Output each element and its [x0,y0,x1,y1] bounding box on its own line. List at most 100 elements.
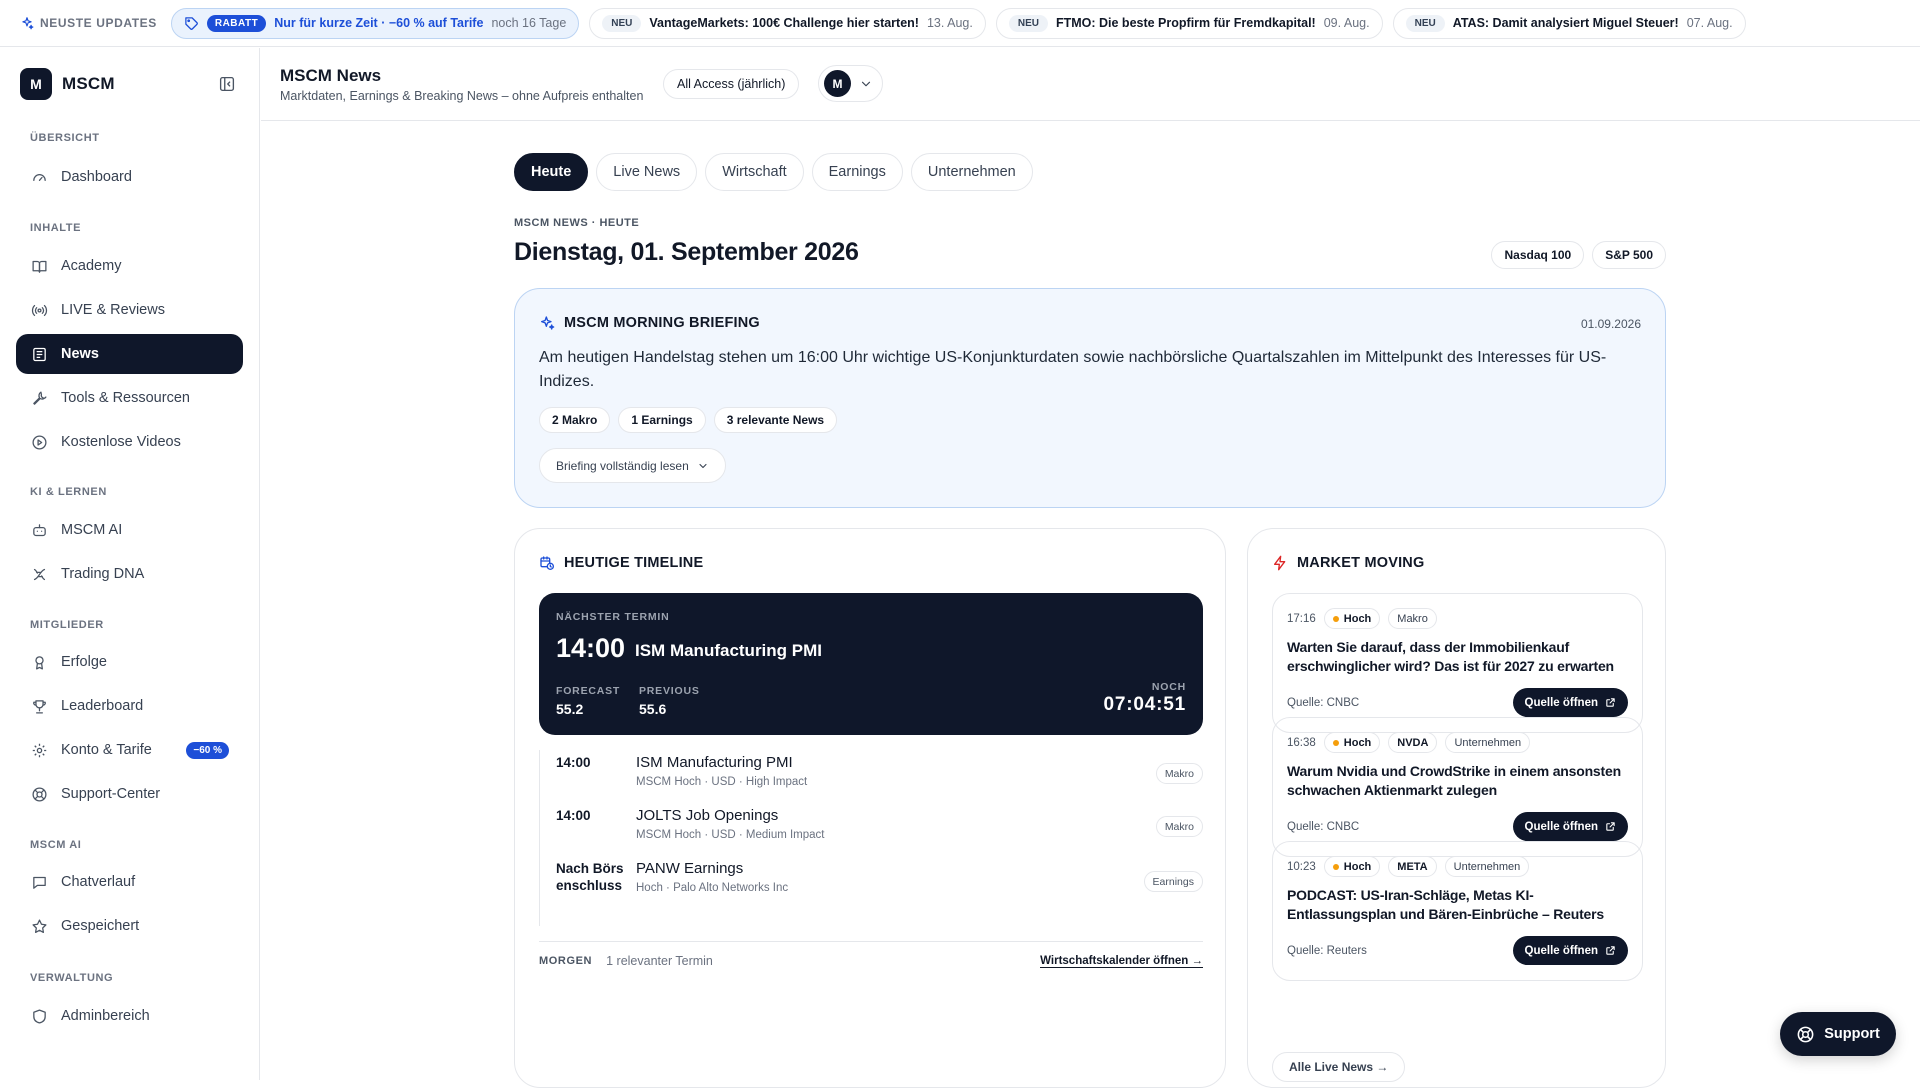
event-title: JOLTS Job Openings [636,807,779,824]
ticker-item[interactable]: NEU ATAS: Damit analysiert Miguel Steuer… [1392,7,1746,39]
sidebar-item-konto[interactable]: Konto & Tarife −60 % [16,730,243,770]
user-menu[interactable]: M [818,65,883,102]
sidebar-item-tools[interactable]: Tools & Ressourcen [16,378,243,418]
economic-calendar-link[interactable]: Wirtschaftskalender öffnen → [1040,955,1203,968]
event-title: PANW Earnings [636,860,744,877]
gauge-icon [30,168,48,186]
countdown-value: 07:04:51 [1103,694,1186,715]
next-event-label: NÄCHSTER TERMIN [556,611,670,623]
news-title: Warum Nvidia und CrowdStrike in einem an… [1287,763,1621,798]
next-event-box: NÄCHSTER TERMIN 14:00 ISM Manufacturing … [539,593,1203,735]
sidebar: M MSCM ÜBERSICHT Dashboard INHALTE Acade… [0,48,260,1080]
ticker-item-title: FTMO: Die beste Propfirm für Fremdkapita… [1055,16,1316,30]
sidebar-item-trading-dna[interactable]: Trading DNA [16,554,243,594]
sidebar-item-academy[interactable]: Academy [16,246,243,286]
newspaper-icon [30,345,48,363]
nav-section-members: MITGLIEDER [30,619,104,631]
sidebar-item-label: Konto & Tarife [61,742,152,758]
news-time: 16:38 [1287,736,1316,749]
brand[interactable]: M MSCM [20,68,115,100]
news-source: Quelle: Reuters [1287,945,1367,957]
support-button[interactable]: Support [1780,1012,1896,1056]
event-row[interactable]: 14:00 ISM Manufacturing PMI MSCM Hoch · … [540,750,1203,803]
event-time: Nach Börsenschluss [556,861,624,893]
all-live-news-button[interactable]: Alle Live News → [1272,1052,1406,1082]
sidebar-item-news[interactable]: News [16,334,243,374]
brand-logo: M [20,68,52,100]
sidebar-item-label: Kostenlose Videos [61,434,181,450]
event-time: 14:00 [556,755,591,770]
promo-text: Nur für kurze Zeit · −60 % auf Tarife [274,16,484,30]
open-source-button[interactable]: Quelle öffnen [1512,812,1628,841]
nav-section-content: INHALTE [30,222,82,234]
chat-icon [30,873,48,891]
tab-wirtschaft[interactable]: Wirtschaft [705,153,804,191]
sidebar-item-leaderboard[interactable]: Leaderboard [16,686,243,726]
promo-chip[interactable]: RABATT Nur für kurze Zeit · −60 % auf Ta… [170,7,580,39]
sidebar-item-support-center[interactable]: Support-Center [16,774,243,814]
news-card: 16:38 Hoch NVDA Unternehmen Warum Nvidia… [1272,717,1643,857]
sidebar-item-videos[interactable]: Kostenlose Videos [16,422,243,462]
broadcast-icon [30,301,48,319]
tab-earnings[interactable]: Earnings [811,153,903,191]
robot-icon [30,521,48,539]
book-icon [30,257,48,275]
priority-dot [1332,739,1339,746]
briefing-header: MSCM MORNING BRIEFING [539,315,760,331]
date-title: Dienstag, 01. September 2026 [514,238,859,266]
previous-value: 55.6 [639,701,667,717]
timeline-card: HEUTIGE TIMELINE NÄCHSTER TERMIN 14:00 I… [514,528,1226,1088]
sidebar-item-admin[interactable]: Adminbereich [16,996,243,1036]
tomorrow-label: MORGEN [539,955,593,967]
event-title: ISM Manufacturing PMI [636,754,793,771]
priority-badge: Hoch [1323,608,1381,629]
external-link-icon [1605,821,1616,832]
sidebar-item-dashboard[interactable]: Dashboard [16,157,243,197]
sidebar-item-label: MSCM AI [61,522,123,538]
lifebuoy-icon [30,785,48,803]
news-card: 10:23 Hoch META Unternehmen PODCAST: US-… [1272,841,1643,981]
sidebar-item-mscm-ai[interactable]: MSCM AI [16,510,243,550]
sidebar-item-label: Trading DNA [61,566,145,582]
page-title: MSCM News [280,66,382,85]
updates-ticker: NEUSTE UPDATES RABATT Nur für kurze Zeit… [0,0,1920,47]
index-pill-nasdaq[interactable]: Nasdaq 100 [1491,241,1585,269]
sidebar-item-gespeichert[interactable]: Gespeichert [16,906,243,946]
briefing-text: Am heutigen Handelstag stehen um 16:00 U… [539,349,1607,390]
open-source-button[interactable]: Quelle öffnen [1512,936,1628,965]
sidebar-item-live[interactable]: LIVE & Reviews [16,290,243,330]
index-pill-sp500[interactable]: S&P 500 [1592,241,1666,269]
tab-live-news[interactable]: Live News [596,153,698,191]
event-row[interactable]: 14:00 JOLTS Job Openings MSCM Hoch · USD… [540,803,1203,856]
plan-button[interactable]: All Access (jährlich) [663,69,800,99]
tab-unternehmen[interactable]: Unternehmen [910,153,1033,191]
rabatt-badge: RABATT [206,14,267,32]
priority-badge: Hoch [1323,856,1381,877]
next-event-time: 14:00 [556,633,626,663]
ticker-item[interactable]: NEU FTMO: Die beste Propfirm für Fremdka… [995,7,1383,39]
open-source-button[interactable]: Quelle öffnen [1512,688,1628,717]
event-tag: Earnings [1143,871,1203,892]
market-title: MARKET MOVING [1297,555,1425,571]
support-label: Support [1824,1026,1880,1042]
wrench-icon [30,389,48,407]
award-icon [30,653,48,671]
market-moving-card: MARKET MOVING 17:16 Hoch Makro Warten Si… [1247,528,1666,1088]
sidebar-item-label: News [61,346,99,362]
external-link-icon [1605,697,1616,708]
sidebar-collapse-icon[interactable] [216,73,238,95]
ticker-item-title: ATAS: Damit analysiert Miguel Steuer! [1452,16,1679,30]
ticker-item[interactable]: NEU VantageMarkets: 100€ Challenge hier … [589,7,986,39]
ticker-item-date: 13. Aug. [926,16,973,30]
briefing-expand-button[interactable]: Briefing vollständig lesen [539,448,726,483]
sidebar-item-erfolge[interactable]: Erfolge [16,642,243,682]
event-row[interactable]: Nach Börsenschluss PANW Earnings Hoch · … [540,856,1203,926]
brand-name: MSCM [62,74,115,93]
tab-heute[interactable]: Heute [514,153,589,191]
news-meta: 16:38 Hoch NVDA Unternehmen [1287,732,1531,753]
new-badge: NEU [1008,14,1048,32]
category-badge: Unternehmen [1445,732,1531,753]
news-card: 17:16 Hoch Makro Warten Sie darauf, dass… [1272,593,1643,733]
event-tag: Makro [1155,816,1203,837]
sidebar-item-chatverlauf[interactable]: Chatverlauf [16,862,243,902]
